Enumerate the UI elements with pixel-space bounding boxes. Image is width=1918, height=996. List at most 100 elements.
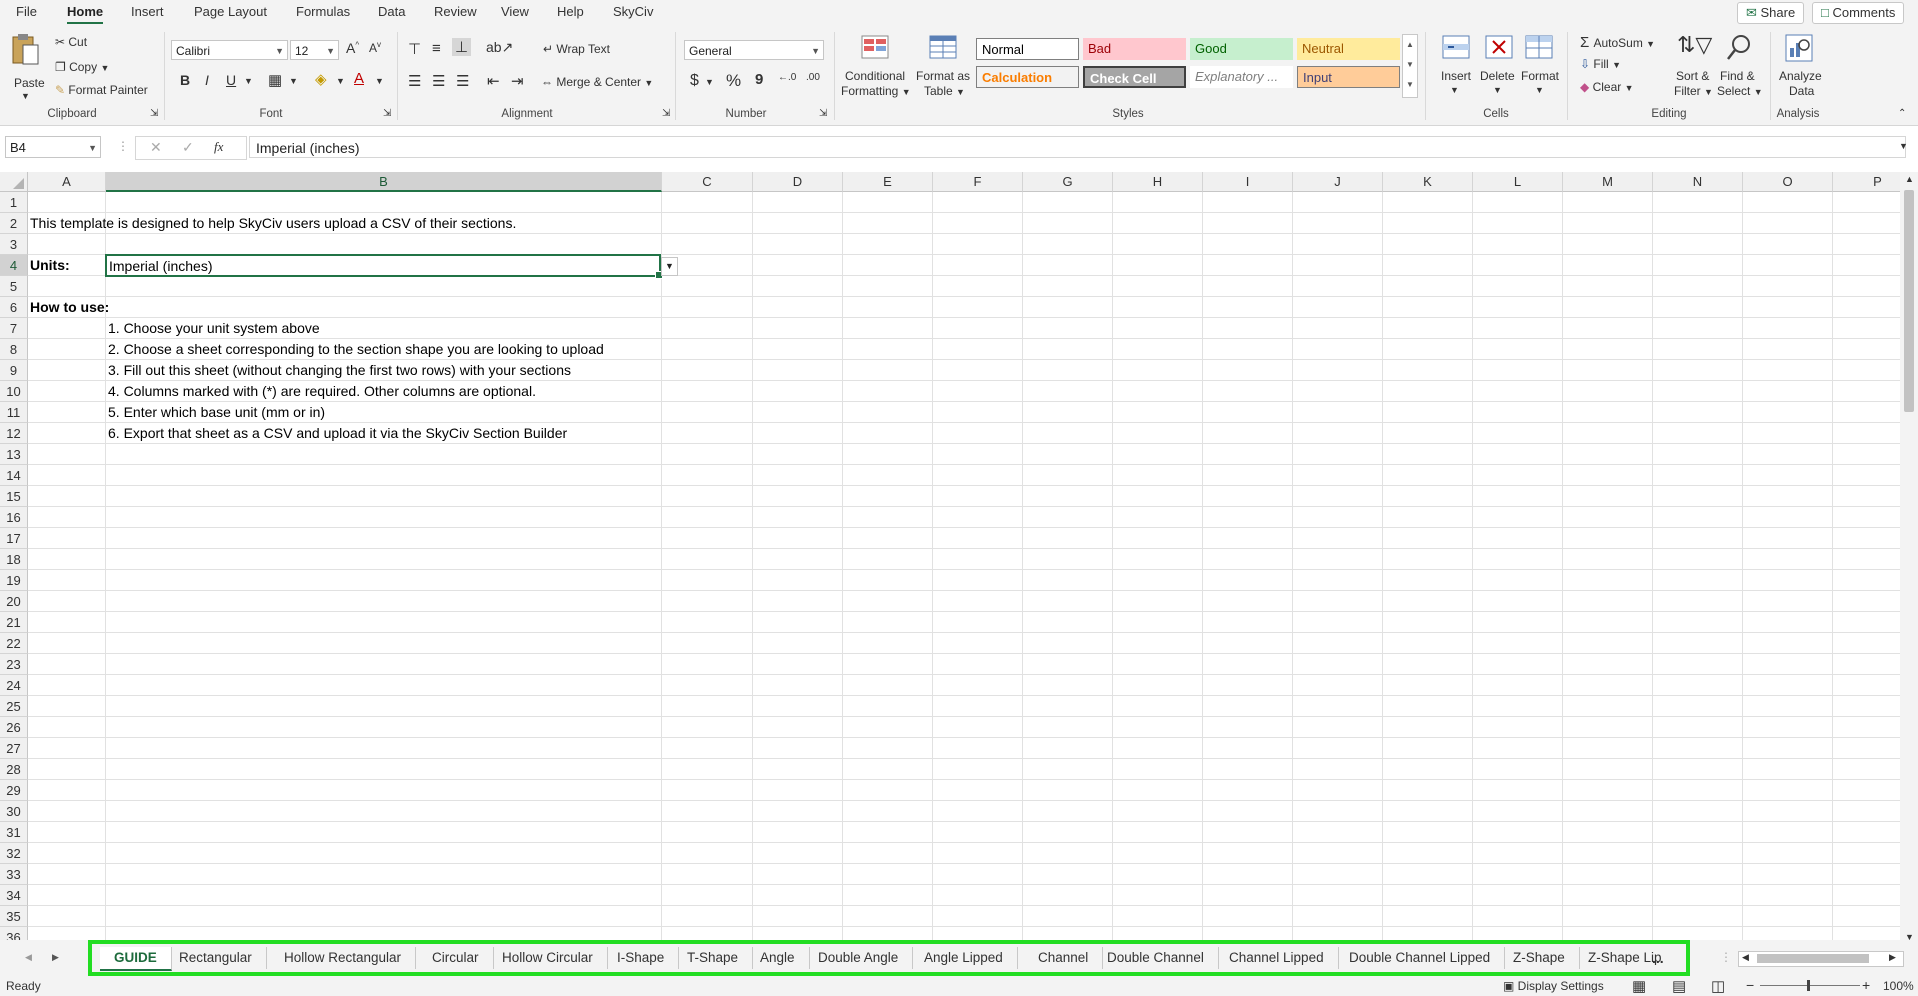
style-bad[interactable]: Bad [1083,38,1186,60]
delete-cells-label[interactable]: Delete [1480,69,1515,83]
sheet-tab-circular[interactable]: Circular [418,947,494,969]
row-header-14[interactable]: 14 [0,465,28,486]
fill-button[interactable]: ⇩ Fill ▼ [1580,57,1621,71]
row-header-7[interactable]: 7 [0,318,28,339]
row-header-27[interactable]: 27 [0,738,28,759]
style-explanatory[interactable]: Explanatory ... [1190,66,1293,88]
currency-button[interactable]: $ [690,72,699,90]
column-header-a[interactable]: A [28,172,106,192]
column-header-e[interactable]: E [843,172,933,192]
autosum-button[interactable]: Σ AutoSum ▼ [1580,34,1655,51]
decrease-decimal-icon[interactable]: .00 [806,72,820,83]
display-settings-button[interactable]: ▣ Display Settings [1503,979,1604,993]
align-left-icon[interactable]: ☰ [408,72,421,90]
font-color-icon[interactable]: A [354,70,364,87]
underline-button[interactable]: U [226,72,236,88]
row-header-17[interactable]: 17 [0,528,28,549]
sheet-tab-angle[interactable]: Angle [746,947,810,969]
row-header-35[interactable]: 35 [0,906,28,927]
analyze-data-icon[interactable] [1783,32,1815,64]
sheet-tab-double-angle[interactable]: Double Angle [804,947,914,969]
select-all-button[interactable] [0,172,28,192]
insert-cells-icon[interactable] [1440,32,1472,62]
spreadsheet-grid[interactable]: ABCDEFGHIJKLMNOP 1 2 3 4 5 6 7 8 9 10 11 12 13 14 15 16… [0,172,1900,947]
chevron-down-icon[interactable]: ▼ [1493,85,1502,95]
sheet-tab-z-shape-lipped[interactable]: Z-Shape Lip [1574,947,1662,969]
step-4[interactable]: 4. Columns marked with (*) are required.… [108,381,536,402]
menu-tab-file[interactable]: File [16,4,37,19]
chevron-down-icon[interactable]: ▼ [1403,55,1417,75]
italic-button[interactable]: I [205,72,209,88]
chevron-down-icon[interactable]: ▼ [1535,85,1544,95]
column-header-p[interactable]: P [1833,172,1900,192]
format-as-table-icon[interactable] [928,32,962,62]
menu-tab-help[interactable]: Help [557,4,584,19]
increase-font-icon[interactable]: A^ [346,40,359,56]
cut-button[interactable]: ✂ Cut [55,35,87,49]
cell-a4[interactable]: Units: [30,255,70,276]
menu-tab-page-layout[interactable]: Page Layout [194,4,267,19]
column-header-g[interactable]: G [1023,172,1113,192]
expand-formula-icon[interactable]: ▼ [1899,141,1908,151]
row-header-13[interactable]: 13 [0,444,28,465]
menu-tab-home[interactable]: Home [67,4,104,24]
format-as-table-label[interactable]: Format as [916,69,970,83]
orientation-icon[interactable]: ab↗ [486,39,513,56]
sheet-tab-hollow-circular[interactable]: Hollow Circular [488,947,608,969]
share-button[interactable]: ✉ Share [1737,2,1805,24]
format-painter-button[interactable]: ✎ Format Painter [55,83,148,97]
style-neutral[interactable]: Neutral [1297,38,1400,60]
row-header-26[interactable]: 26 [0,717,28,738]
column-header-c[interactable]: C [662,172,753,192]
vertical-scrollbar[interactable]: ▲ ▼ [1900,172,1918,947]
align-center-icon[interactable]: ☰ [432,72,445,90]
menu-tab-view[interactable]: View [501,4,529,19]
find-select-label[interactable]: Find & [1720,69,1755,83]
row-header-30[interactable]: 30 [0,801,28,822]
more-icon[interactable]: ▼ [1403,75,1417,95]
zoom-slider[interactable] [1760,985,1860,986]
analyze-data-label-2[interactable]: Data [1789,84,1814,98]
format-as-table-label-2[interactable]: Table ▼ [924,84,965,98]
row-header-18[interactable]: 18 [0,549,28,570]
currency-dropdown-icon[interactable]: ▼ [705,77,714,87]
fill-color-dropdown-icon[interactable]: ▼ [336,76,345,86]
sheet-tab-i-shape[interactable]: I-Shape [603,947,680,969]
font-launcher-icon[interactable]: ⇲ [383,108,391,119]
align-middle-icon[interactable]: ≡ [432,40,441,57]
menu-tab-review[interactable]: Review [434,4,477,19]
column-header-f[interactable]: F [933,172,1023,192]
scroll-tabs-left-icon[interactable]: ◀ [25,952,32,963]
tab-split-icon[interactable]: ⋮ [1720,950,1732,964]
row-header-33[interactable]: 33 [0,864,28,885]
insert-function-icon[interactable]: fx [214,139,223,155]
align-bottom-icon[interactable]: ⊥ [452,38,472,56]
chevron-down-icon[interactable]: ▼ [1450,85,1459,95]
row-header-25[interactable]: 25 [0,696,28,717]
row-header-16[interactable]: 16 [0,507,28,528]
scroll-up-icon[interactable]: ▲ [1905,174,1914,184]
borders-icon[interactable]: ▦ [268,71,282,89]
row-header-34[interactable]: 34 [0,885,28,906]
sort-filter-icon[interactable]: ⇅▽ [1677,32,1712,58]
column-header-h[interactable]: H [1113,172,1203,192]
column-header-o[interactable]: O [1743,172,1833,192]
step-5[interactable]: 5. Enter which base unit (mm or in) [108,402,325,423]
normal-view-icon[interactable]: ▦ [1632,977,1646,995]
sheet-tab-channel-lipped[interactable]: Channel Lipped [1215,947,1339,969]
row-header-11[interactable]: 11 [0,402,28,423]
step-1[interactable]: 1. Choose your unit system above [108,318,320,339]
scroll-right-icon[interactable]: ▶ [1889,952,1896,963]
wrap-text-button[interactable]: ↵ Wrap Text [543,42,610,56]
scroll-left-icon[interactable]: ◀ [1742,952,1749,963]
clear-button[interactable]: ◆ Clear ▼ [1580,80,1634,94]
horizontal-scrollbar[interactable]: ◀ ▶ [1738,951,1904,967]
sheet-tab-hollow-rectangular[interactable]: Hollow Rectangular [270,947,417,969]
paste-button[interactable] [10,32,44,76]
zoom-level[interactable]: 100% [1883,979,1914,993]
copy-button[interactable]: ❐ Copy ▼ [55,60,109,74]
page-break-view-icon[interactable]: ◫ [1711,977,1725,995]
row-header-31[interactable]: 31 [0,822,28,843]
row-header-4[interactable]: 4 [0,255,28,276]
step-6[interactable]: 6. Export that sheet as a CSV and upload… [108,423,567,444]
